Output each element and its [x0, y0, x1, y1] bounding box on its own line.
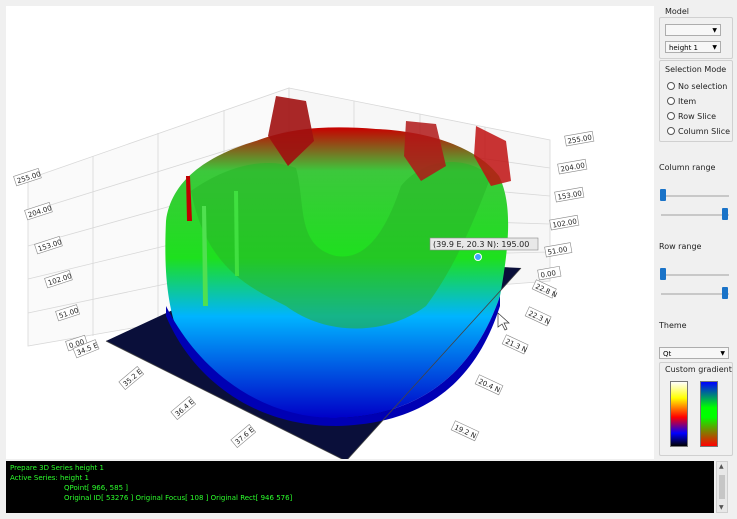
column-range-label: Column range	[659, 163, 716, 172]
radio-row-slice[interactable]	[667, 112, 675, 120]
row-range-max-track	[661, 293, 729, 295]
control-panel: Model ▼ height 1 ▼ Selection Mode No sel…	[655, 0, 737, 460]
app-window: 255.00 204.00 153.00 102.00 51.00 0.00 2…	[0, 0, 737, 519]
selection-label: (39.9 E, 20.3 N): 195.00	[433, 240, 529, 249]
theme-combo[interactable]: Qt ▼	[659, 347, 729, 359]
theme-combo-value: Qt	[663, 350, 672, 358]
log-line: Original ID[ 53276 ] Original Focus[ 108…	[64, 494, 293, 502]
series-combo-value: height 1	[669, 44, 698, 52]
chevron-down-icon: ▼	[712, 44, 717, 51]
radio-row-slice-label: Row Slice	[678, 112, 717, 121]
column-range-min-slider[interactable]	[660, 189, 666, 201]
column-range-max-track	[661, 214, 729, 216]
series-combo[interactable]: height 1 ▼	[665, 41, 721, 53]
scroll-down-icon[interactable]: ▼	[719, 504, 724, 511]
scrollbar-thumb[interactable]	[719, 475, 725, 499]
custom-gradient-label: Custom gradient	[665, 365, 732, 374]
console-scrollbar[interactable]: ▲ ▼	[716, 461, 728, 513]
selection-mode-title: Selection Mode	[665, 65, 727, 74]
theme-label: Theme	[659, 321, 687, 330]
model-combo[interactable]: ▼	[665, 24, 721, 36]
radio-no-selection-label: No selection	[678, 82, 728, 91]
log-line: Prepare 3D Series height 1	[10, 464, 104, 472]
selection-tooltip: (39.9 E, 20.3 N): 195.00	[429, 237, 539, 251]
column-range-max-slider[interactable]	[722, 208, 728, 220]
surface-3d-scene[interactable]: 255.00 204.00 153.00 102.00 51.00 0.00 2…	[6, 6, 654, 459]
log-console[interactable]: Prepare 3D Series height 1 Active Series…	[6, 461, 714, 513]
chevron-down-icon: ▼	[712, 27, 717, 34]
row-range-min-track	[661, 274, 729, 276]
row-range-max-slider[interactable]	[722, 287, 728, 299]
gradient-button-1[interactable]	[670, 381, 688, 447]
radio-item-label: Item	[678, 97, 697, 106]
radio-column-slice-label: Column Slice	[678, 127, 731, 136]
radio-item[interactable]	[667, 97, 675, 105]
log-line: Active Series: height 1	[10, 474, 89, 482]
row-range-label: Row range	[659, 242, 702, 251]
radio-no-selection[interactable]	[667, 82, 675, 90]
z-tick-label: 0.00	[540, 269, 557, 280]
row-range-min-slider[interactable]	[660, 268, 666, 280]
model-label: Model	[665, 7, 690, 16]
scroll-up-icon[interactable]: ▲	[719, 463, 724, 470]
gradient-button-2[interactable]	[700, 381, 718, 447]
selection-point-marker	[474, 253, 482, 261]
log-line: QPoint[ 966, 585 ]	[64, 484, 128, 492]
chevron-down-icon: ▼	[720, 350, 725, 357]
surface-3d-view[interactable]: 255.00 204.00 153.00 102.00 51.00 0.00 2…	[6, 6, 654, 459]
radio-column-slice[interactable]	[667, 127, 675, 135]
mouse-cursor-icon	[497, 312, 510, 331]
column-range-min-track	[661, 195, 729, 197]
